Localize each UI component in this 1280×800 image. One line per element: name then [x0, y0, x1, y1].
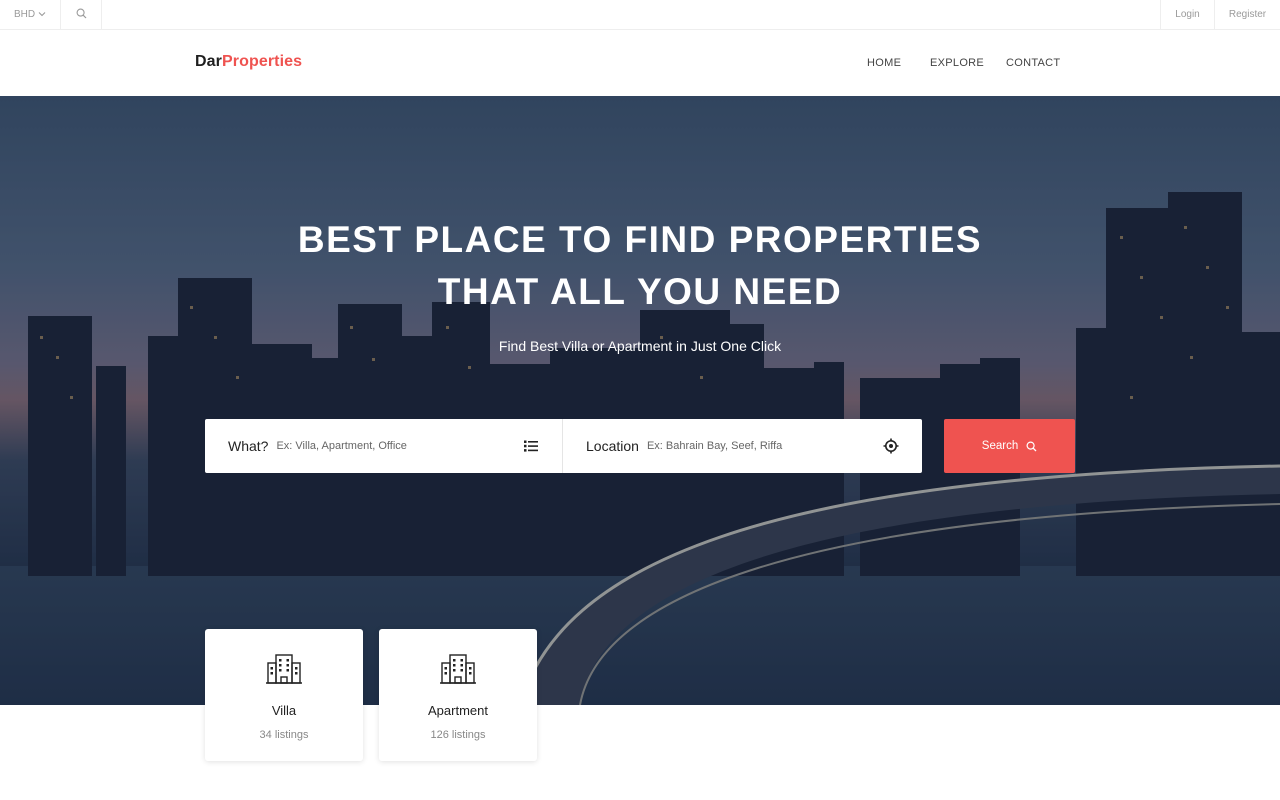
building-icon	[440, 654, 476, 684]
list-icon[interactable]	[522, 437, 540, 455]
category-name: Villa	[271, 703, 297, 718]
currency-selector[interactable]: BHD	[0, 0, 61, 29]
chevron-down-icon	[38, 10, 46, 19]
category-count: 34 listings	[259, 729, 309, 741]
nav-explore[interactable]: EXPLORE	[930, 57, 984, 69]
hero-title: BEST PLACE TO FIND PROPERTIES THAT ALL Y…	[0, 214, 1280, 318]
login-link[interactable]: Login	[1160, 0, 1214, 29]
top-search-button[interactable]	[61, 0, 102, 29]
search-icon	[76, 8, 87, 22]
top-bar: BHD Login Register	[0, 0, 1280, 30]
crosshair-icon[interactable]	[882, 437, 900, 455]
nav-home[interactable]: HOME	[867, 57, 901, 69]
logo[interactable]: DarProperties	[195, 53, 302, 71]
site-header: DarProperties HOME EXPLORE CONTACT	[0, 30, 1280, 96]
search-icon	[1026, 440, 1037, 451]
hero-section: BEST PLACE TO FIND PROPERTIES THAT ALL Y…	[0, 96, 1280, 705]
category-card-villa[interactable]: Villa 34 listings	[205, 629, 363, 761]
search-form: What? Ex: Villa, Apartment, Office Locat…	[205, 419, 922, 473]
what-input[interactable]: Ex: Villa, Apartment, Office	[276, 440, 406, 452]
nav-contact[interactable]: CONTACT	[1006, 57, 1060, 69]
register-link[interactable]: Register	[1214, 0, 1280, 29]
hero-overlay	[0, 96, 1280, 705]
location-input[interactable]: Ex: Bahrain Bay, Seef, Riffa	[647, 440, 782, 452]
location-label: Location	[586, 438, 639, 454]
category-count: 126 listings	[430, 729, 486, 741]
currency-label: BHD	[13, 9, 36, 20]
search-button[interactable]: Search	[944, 419, 1075, 473]
location-field[interactable]: Location Ex: Bahrain Bay, Seef, Riffa	[563, 419, 922, 473]
search-button-label: Search	[981, 440, 1019, 452]
hero-title-line1: BEST PLACE TO FIND PROPERTIES	[297, 219, 983, 260]
what-label: What?	[228, 438, 269, 454]
category-name: Apartment	[428, 703, 488, 718]
what-field[interactable]: What? Ex: Villa, Apartment, Office	[205, 419, 563, 473]
hero-subtitle: Find Best Villa or Apartment in Just One…	[498, 338, 782, 354]
building-icon	[266, 654, 302, 684]
hero-title-line2: THAT ALL YOU NEED	[437, 271, 843, 312]
logo-text-properties: Properties	[221, 53, 303, 70]
logo-text-dar: Dar	[195, 53, 222, 70]
category-card-apartment[interactable]: Apartment 126 listings	[379, 629, 537, 761]
